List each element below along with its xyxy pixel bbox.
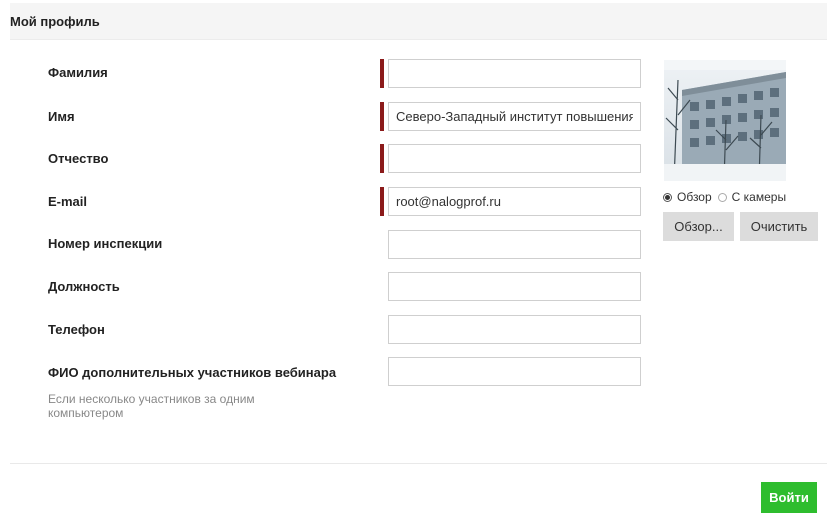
extra-participants-input[interactable] xyxy=(388,357,641,386)
profile-header: Мой профиль xyxy=(10,3,827,40)
label-middle-name: Отчество xyxy=(48,151,109,166)
browse-button[interactable]: Обзор... xyxy=(663,212,734,241)
radio-camera-label[interactable]: С камеры xyxy=(732,190,786,204)
label-inspection-number: Номер инспекции xyxy=(48,236,163,251)
last-name-input[interactable] xyxy=(388,59,641,88)
label-email: E-mail xyxy=(48,194,88,209)
required-marker-email xyxy=(380,187,384,216)
phone-input[interactable] xyxy=(388,315,641,344)
radio-camera[interactable] xyxy=(717,192,727,202)
required-marker-first-name xyxy=(380,102,384,131)
photo-source-options: Обзор С камеры xyxy=(663,189,792,205)
position-input[interactable] xyxy=(388,272,641,301)
required-marker-middle-name xyxy=(380,144,384,173)
radio-browse-label[interactable]: Обзор xyxy=(677,190,712,204)
profile-photo xyxy=(664,60,786,181)
extra-participants-hint: Если несколько участников за одним компь… xyxy=(48,392,255,420)
page-title: Мой профиль xyxy=(10,14,100,29)
inspection-number-input[interactable] xyxy=(388,230,641,259)
radio-browse[interactable] xyxy=(663,192,672,202)
clear-button[interactable]: Очистить xyxy=(740,212,818,241)
required-marker-last-name xyxy=(380,59,384,88)
label-first-name: Имя xyxy=(48,109,75,124)
login-button[interactable]: Войти xyxy=(761,482,817,513)
first-name-input[interactable] xyxy=(388,102,641,131)
label-phone: Телефон xyxy=(48,322,105,337)
label-extra-participants: ФИО дополнительных участников вебинара xyxy=(48,365,337,380)
email-input[interactable] xyxy=(388,187,641,216)
middle-name-input[interactable] xyxy=(388,144,641,173)
label-position: Должность xyxy=(48,279,120,294)
footer-divider xyxy=(10,463,827,464)
label-last-name: Фамилия xyxy=(48,65,108,80)
